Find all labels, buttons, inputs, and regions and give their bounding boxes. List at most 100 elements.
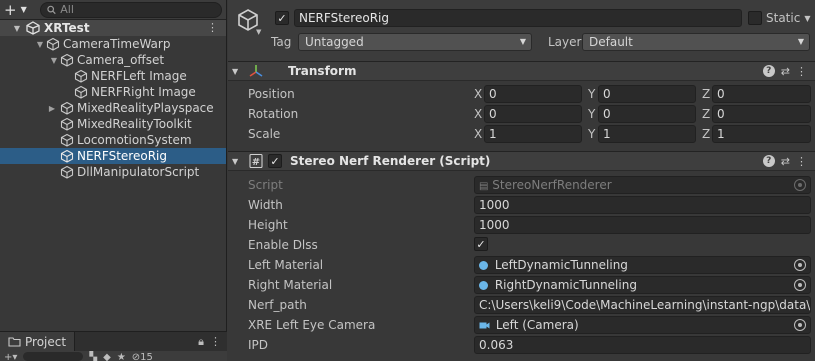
presets-icon[interactable]: ⇄ [781, 65, 790, 78]
gameobject-cube-icon [60, 117, 74, 131]
project-tab-bar: Project 🔒︎ ⋮ [0, 331, 227, 352]
axis-x-label: X [474, 87, 483, 101]
plus-icon[interactable]: +▾ [4, 352, 17, 361]
script-value: StereoNerfRenderer [492, 178, 612, 192]
left-material-label: Left Material [248, 258, 324, 272]
height-field[interactable]: 1000 [474, 216, 811, 234]
hierarchy-toolbar: + ▼ [0, 0, 226, 20]
object-picker-icon[interactable] [794, 279, 806, 291]
scale-label: Scale [248, 127, 281, 141]
gameobject-cube-icon [74, 69, 88, 83]
hierarchy-item-locomotionsystem[interactable]: LocomotionSystem [0, 132, 226, 148]
axis-z-label: Z [702, 107, 711, 121]
project-search-input[interactable] [23, 352, 84, 361]
hierarchy-item-label: NERFRight Image [91, 85, 196, 99]
right-material-field[interactable]: RightDynamicTunneling [474, 276, 811, 294]
gameobject-cube-icon [60, 101, 74, 115]
gameobject-cube-icon [60, 53, 74, 67]
lock-icon[interactable]: 🔒︎ [198, 335, 204, 349]
position-x-field[interactable]: 0 [484, 85, 582, 103]
folder-icon [8, 337, 21, 347]
rotation-x-field[interactable]: 0 [484, 105, 582, 123]
hierarchy-item-label: CameraTimeWarp [63, 37, 171, 51]
hierarchy-item-mixedrealitytoolkit[interactable]: MixedRealityToolkit [0, 116, 226, 132]
chevron-down-icon[interactable]: ▼ [804, 14, 810, 23]
transform-header[interactable]: ▼ Transform ? ⇄ ⋮ [228, 61, 815, 81]
tag-dropdown[interactable]: Untagged ▼ [298, 33, 532, 51]
hierarchy-item-nerfstereorig[interactable]: NERFStereoRig [0, 148, 226, 164]
presets-icon[interactable]: ⇄ [781, 155, 790, 168]
hierarchy-item-nerfright-image[interactable]: NERFRight Image [0, 84, 226, 100]
more-vertical-icon[interactable]: ⋮ [796, 155, 807, 168]
position-y-field[interactable]: 0 [598, 85, 696, 103]
scale-z-field[interactable]: 1 [712, 125, 811, 143]
more-vertical-icon[interactable]: ⋮ [207, 21, 218, 34]
layer-value: Default [589, 35, 633, 49]
component-enabled-checkbox[interactable]: ✓ [268, 154, 282, 168]
help-icon[interactable]: ? [762, 155, 775, 167]
hierarchy-search[interactable] [40, 1, 222, 18]
axis-x-label: X [474, 107, 483, 121]
ipd-label: IPD [248, 338, 269, 352]
gameobject-cube-icon [60, 149, 74, 163]
fold-arrow-icon[interactable]: ▼ [232, 157, 246, 166]
scene-row[interactable]: ▼ XRTest ⋮ [0, 20, 226, 36]
tab-label: Project [25, 334, 67, 349]
expand-arrow-icon[interactable]: ▼ [34, 40, 46, 49]
layer-dropdown[interactable]: Default ▼ [582, 33, 810, 51]
object-picker-icon[interactable] [794, 259, 806, 271]
component-title: Transform [288, 64, 357, 78]
hierarchy-item-label: MixedRealityPlayspace [77, 101, 214, 115]
hierarchy-item-camera-offset[interactable]: ▼ Camera_offset [0, 52, 226, 68]
gameobject-cube-icon [60, 133, 74, 147]
inspector-panel: ▼ ✓ NERFStereoRig Static ▼ Tag Untagged … [228, 0, 815, 361]
axis-y-label: Y [588, 127, 596, 141]
search-input[interactable] [60, 3, 221, 16]
filter-type-icon[interactable]: ▚ [89, 352, 97, 361]
left-material-field[interactable]: LeftDynamicTunneling [474, 256, 811, 274]
favorite-icon[interactable]: ★ [117, 352, 126, 361]
help-icon[interactable]: ? [762, 65, 775, 77]
width-label: Width [248, 198, 283, 212]
object-picker-icon[interactable] [794, 319, 806, 331]
more-vertical-icon[interactable]: ⋮ [210, 335, 221, 349]
hierarchy-item-dllmanipulatorscript[interactable]: DllManipulatorScript [0, 164, 226, 180]
camera-field[interactable]: Left (Camera) [474, 316, 811, 334]
hierarchy-item-mixedrealityplayspace[interactable]: ▶ MixedRealityPlayspace [0, 100, 226, 116]
expand-arrow-icon[interactable]: ▼ [48, 56, 60, 65]
chevron-down-icon[interactable]: ▼ [256, 28, 261, 36]
nerf-path-field[interactable]: C:\Users\keli9\Code\MachineLearning\inst… [474, 296, 811, 314]
hierarchy-item-label: NERFStereoRig [77, 149, 167, 163]
chevron-down-icon: ▼ [20, 5, 27, 14]
chevron-down-icon: ▼ [797, 37, 804, 46]
hierarchy-item-label: DllManipulatorScript [77, 165, 200, 179]
scale-y-field[interactable]: 1 [598, 125, 696, 143]
tab-project[interactable]: Project [0, 331, 76, 352]
ipd-field[interactable]: 0.063 [474, 336, 811, 354]
scale-x-field[interactable]: 1 [484, 125, 582, 143]
create-button[interactable]: + ▼ [4, 1, 40, 19]
rotation-y-field[interactable]: 0 [598, 105, 696, 123]
material-sphere-icon [479, 281, 488, 290]
width-field[interactable]: 1000 [474, 196, 811, 214]
position-z-field[interactable]: 0 [712, 85, 811, 103]
more-vertical-icon[interactable]: ⋮ [796, 65, 807, 78]
axis-z-label: Z [702, 127, 711, 141]
object-name-field[interactable]: NERFStereoRig [294, 9, 742, 27]
static-toggle[interactable]: Static ▼ [748, 11, 810, 25]
axis-z-label: Z [702, 87, 711, 101]
fold-arrow-icon[interactable]: ▼ [232, 67, 246, 76]
static-checkbox[interactable] [748, 11, 762, 25]
material-sphere-icon [479, 261, 488, 270]
hierarchy-item-cameratimewarp[interactable]: ▼ CameraTimeWarp [0, 36, 226, 52]
expand-arrow-icon[interactable]: ▶ [44, 104, 60, 113]
active-checkbox[interactable]: ✓ [275, 11, 289, 25]
rotation-label: Rotation [248, 107, 299, 121]
stereo-nerf-renderer-header[interactable]: ▼ # ✓ Stereo Nerf Renderer (Script) ? ⇄ … [228, 151, 815, 171]
rotation-z-field[interactable]: 0 [712, 105, 811, 123]
filter-label-icon[interactable]: ◆ [103, 352, 111, 361]
hierarchy-item-nerfleft-image[interactable]: NERFLeft Image [0, 68, 226, 84]
nerf-path-label: Nerf_path [248, 298, 307, 312]
enable-dlss-checkbox[interactable]: ✓ [474, 237, 488, 251]
expand-arrow-icon[interactable]: ▼ [0, 24, 20, 33]
